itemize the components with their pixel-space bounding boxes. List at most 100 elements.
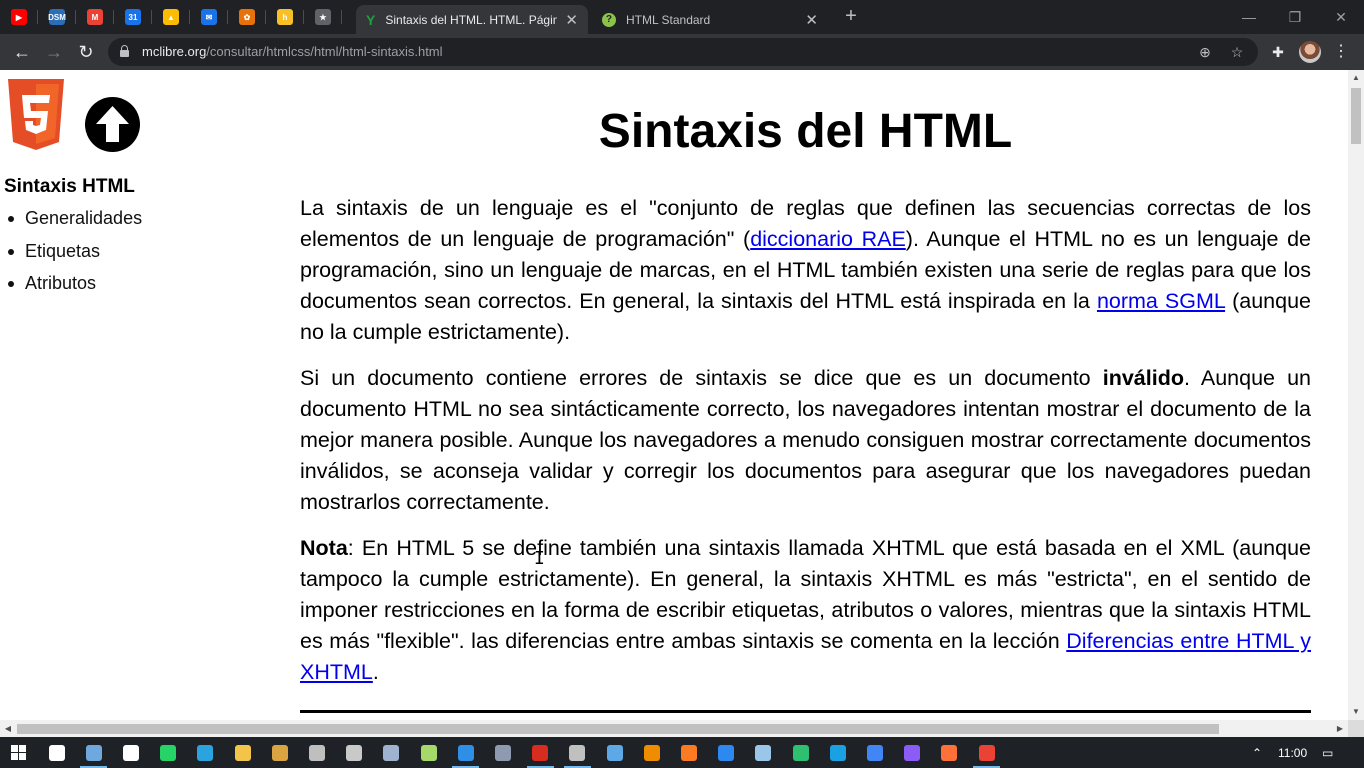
taskbar-app[interactable]	[522, 737, 559, 768]
whatsapp-icon	[160, 744, 177, 761]
pinned-tab[interactable]: ▲	[152, 0, 190, 34]
close-tab-icon[interactable]: ✕	[565, 11, 578, 29]
taskbar-app[interactable]	[931, 737, 968, 768]
back-button[interactable]: ←	[8, 38, 36, 66]
extensions-puzzle-icon[interactable]: ✚	[1268, 42, 1288, 62]
up-arrow-icon[interactable]	[85, 97, 140, 152]
profile-avatar[interactable]	[1299, 41, 1321, 63]
taskbar-app[interactable]	[484, 737, 521, 768]
pinned-tab[interactable]: h	[266, 0, 304, 34]
taskbar-app[interactable]	[559, 737, 596, 768]
taskbar-app[interactable]	[894, 737, 931, 768]
html5-logo[interactable]	[4, 79, 68, 151]
task-view-icon	[48, 744, 65, 761]
new-tab-button[interactable]: +	[840, 5, 862, 27]
sidebar-item-generalidades[interactable]: Generalidades	[4, 206, 142, 239]
sidebar-title: Sintaxis HTML	[4, 176, 135, 197]
pinned-tab[interactable]: ★	[304, 0, 342, 34]
sidebar-item-atributos[interactable]: Atributos	[4, 271, 142, 304]
taskbar-app[interactable]	[224, 737, 261, 768]
tray-chevron-icon[interactable]: ⌃	[1252, 737, 1262, 768]
horizontal-scroll-thumb[interactable]	[17, 724, 1219, 734]
text-cursor-icon: I	[534, 548, 545, 569]
paragraph-invalid-documents: Si un documento contiene errores de sint…	[300, 366, 1311, 514]
taskbar-app[interactable]	[187, 737, 224, 768]
chrome-alt-icon	[866, 744, 883, 761]
clock[interactable]: 11:00	[1278, 737, 1307, 768]
taskbar-app[interactable]	[38, 737, 75, 768]
notifications-icon[interactable]: ▭	[1322, 737, 1333, 768]
gamepad-icon	[346, 744, 363, 761]
windows-logo-icon	[11, 745, 26, 760]
whatwg-icon: ?	[602, 12, 616, 27]
page-viewport: Sintaxis HTML Generalidades Etiquetas At…	[0, 70, 1348, 720]
tab-html-standard[interactable]: ? HTML Standard ✕	[592, 5, 828, 34]
settings-app-icon	[122, 744, 139, 761]
address-bar[interactable]: mclibre.org/consultar/htmlcss/html/html-…	[108, 38, 1258, 66]
kebab-menu-icon[interactable]: ⋮	[1333, 42, 1349, 62]
taskbar-app[interactable]	[968, 737, 1005, 768]
forward-button[interactable]: →	[40, 38, 68, 66]
scroll-left-arrow-icon[interactable]: ◀	[0, 720, 16, 737]
section-divider	[300, 710, 1311, 713]
taskbar-app[interactable]	[373, 737, 410, 768]
taskbar-app[interactable]	[261, 737, 298, 768]
arrow-left-icon: ←	[13, 41, 31, 62]
taskbar-app[interactable]	[75, 737, 112, 768]
close-window-button[interactable]: ✕	[1318, 0, 1364, 34]
taskbar-app[interactable]	[112, 737, 149, 768]
reload-button[interactable]: ↻	[72, 38, 100, 66]
url-text[interactable]: mclibre.org/consultar/htmlcss/html/html-…	[142, 44, 443, 59]
taskbar-app[interactable]	[150, 737, 187, 768]
notepad-icon	[420, 744, 437, 761]
pinned-tab[interactable]: ▶	[0, 0, 38, 34]
telegram-icon	[197, 744, 214, 761]
horizontal-scrollbar[interactable]: ◀ ▶	[0, 720, 1348, 737]
pinned-tab[interactable]: DSM	[38, 0, 76, 34]
menu-app-icon	[494, 744, 511, 761]
scroll-right-arrow-icon[interactable]: ▶	[1332, 720, 1348, 737]
scroll-up-arrow-icon[interactable]: ▲	[1348, 70, 1364, 86]
taskbar-app[interactable]	[447, 737, 484, 768]
scroll-down-arrow-icon[interactable]: ▼	[1348, 704, 1364, 720]
link-diccionario-rae[interactable]: diccionario RAE	[750, 227, 906, 251]
taskbar-app[interactable]	[782, 737, 819, 768]
taskbar-app[interactable]	[708, 737, 745, 768]
browser-toolbar: ← → ↻ mclibre.org/consultar/htmlcss/html…	[0, 34, 1364, 70]
pinned-tab[interactable]: ✉	[190, 0, 228, 34]
pinned-tab[interactable]: ✿	[228, 0, 266, 34]
taskbar-app[interactable]	[856, 737, 893, 768]
taskbar-app[interactable]	[819, 737, 856, 768]
edge-icon	[792, 744, 809, 761]
sidebar-item-etiquetas[interactable]: Etiquetas	[4, 239, 142, 272]
start-button[interactable]	[0, 737, 37, 768]
vertical-scrollbar[interactable]: ▲ ▼	[1348, 70, 1364, 720]
restore-button[interactable]: ❐	[1272, 0, 1318, 34]
keyboard-icon	[85, 744, 102, 761]
taskbar-app[interactable]	[633, 737, 670, 768]
bookmark-star-icon[interactable]: ☆	[1228, 43, 1246, 61]
taskbar-app[interactable]	[745, 737, 782, 768]
chrome-icon	[978, 744, 995, 761]
close-tab-icon[interactable]: ✕	[805, 11, 818, 29]
pinned-tab[interactable]: 31	[114, 0, 152, 34]
vscode-icon	[457, 744, 474, 761]
firefox-dev-icon	[904, 744, 921, 761]
vertical-scroll-thumb[interactable]	[1351, 88, 1361, 144]
link-norma-sgml[interactable]: norma SGML	[1097, 289, 1225, 313]
youtube-icon: ▶	[11, 9, 27, 25]
calendar-icon: 31	[125, 9, 141, 25]
zoom-icon[interactable]: ⊕	[1196, 43, 1214, 61]
taskbar-app[interactable]	[670, 737, 707, 768]
bookmark-app-icon: h	[277, 9, 293, 25]
taskbar-app[interactable]	[410, 737, 447, 768]
taskbar-app[interactable]	[298, 737, 335, 768]
lock-icon	[120, 45, 129, 57]
minimize-button[interactable]: —	[1226, 0, 1272, 34]
document-icon	[383, 744, 400, 761]
taskbar-app[interactable]	[596, 737, 633, 768]
taskbar-app[interactable]	[336, 737, 373, 768]
tab-sintaxis[interactable]: Y Sintaxis del HTML. HTML. Páginas web ✕	[356, 5, 588, 34]
terminal-icon	[308, 744, 325, 761]
pinned-tab[interactable]: M	[76, 0, 114, 34]
